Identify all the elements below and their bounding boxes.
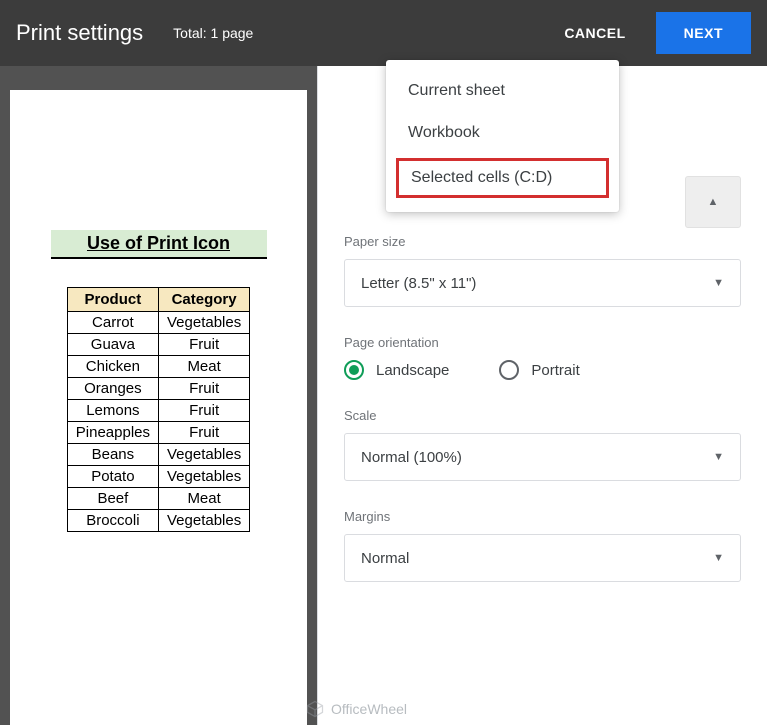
scale-label: Scale [344, 408, 741, 423]
menu-item-selected-cells[interactable]: Selected cells (C:D) [396, 158, 609, 198]
total-pages: Total: 1 page [173, 25, 253, 41]
watermark-text: OfficeWheel [331, 701, 407, 717]
table-row: PotatoVegetables [67, 466, 249, 488]
radio-icon [344, 360, 364, 380]
cancel-button[interactable]: CANCEL [544, 15, 645, 51]
menu-item-current-sheet[interactable]: Current sheet [386, 70, 619, 112]
orientation-portrait-label: Portrait [531, 362, 579, 379]
scale-value: Normal (100%) [361, 449, 462, 466]
paper-size-select[interactable]: Letter (8.5" x 11") ▼ [344, 259, 741, 307]
preview-table: Product Category CarrotVegetables GuavaF… [67, 287, 250, 532]
table-row: BeansVegetables [67, 444, 249, 466]
paper-size-value: Letter (8.5" x 11") [361, 275, 476, 292]
margins-value: Normal [361, 550, 409, 567]
logo-icon [305, 699, 325, 719]
watermark: OfficeWheel [305, 699, 407, 719]
scale-select[interactable]: Normal (100%) ▼ [344, 433, 741, 481]
table-row: CarrotVegetables [67, 312, 249, 334]
preview-pane: Use of Print Icon Product Category Carro… [0, 66, 317, 725]
chevron-up-icon: ▲ [708, 196, 719, 208]
table-row: ChickenMeat [67, 356, 249, 378]
orientation-portrait-radio[interactable]: Portrait [499, 360, 579, 380]
orientation-label: Page orientation [344, 335, 741, 350]
print-range-select[interactable]: ▲ [685, 176, 741, 228]
table-row: OrangesFruit [67, 378, 249, 400]
print-range-dropdown: Current sheet Workbook Selected cells (C… [386, 60, 619, 212]
preview-page: Use of Print Icon Product Category Carro… [10, 90, 307, 725]
page-title: Print settings [16, 20, 143, 46]
table-row: GuavaFruit [67, 334, 249, 356]
column-header: Category [159, 288, 250, 312]
next-button[interactable]: NEXT [656, 12, 751, 54]
paper-size-label: Paper size [344, 234, 741, 249]
margins-label: Margins [344, 509, 741, 524]
radio-icon [499, 360, 519, 380]
header-bar: Print settings Total: 1 page CANCEL NEXT [0, 0, 767, 66]
orientation-landscape-label: Landscape [376, 362, 449, 379]
orientation-landscape-radio[interactable]: Landscape [344, 360, 449, 380]
margins-select[interactable]: Normal ▼ [344, 534, 741, 582]
chevron-down-icon: ▼ [713, 277, 724, 289]
table-row: BeefMeat [67, 488, 249, 510]
menu-item-workbook[interactable]: Workbook [386, 112, 619, 154]
table-row: PineapplesFruit [67, 422, 249, 444]
table-row: LemonsFruit [67, 400, 249, 422]
preview-title: Use of Print Icon [81, 230, 236, 257]
column-header: Product [67, 288, 158, 312]
chevron-down-icon: ▼ [713, 451, 724, 463]
table-row: BroccoliVegetables [67, 510, 249, 532]
chevron-down-icon: ▼ [713, 552, 724, 564]
